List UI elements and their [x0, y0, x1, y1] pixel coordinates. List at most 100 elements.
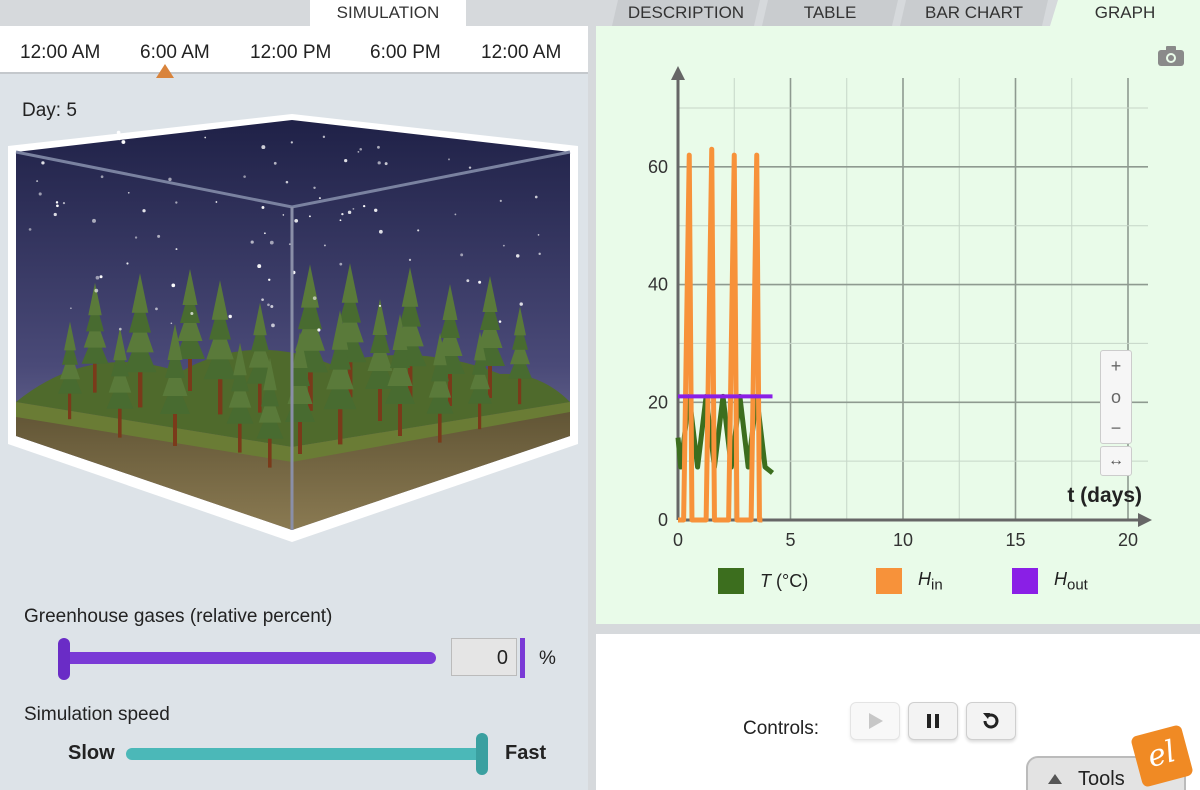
- star: [261, 205, 265, 209]
- star: [344, 159, 348, 163]
- tree-trunk: [378, 387, 382, 421]
- star: [282, 214, 285, 216]
- speed-fast-label: Fast: [505, 742, 547, 764]
- y-tick-label: 0: [658, 510, 668, 530]
- star: [377, 145, 380, 149]
- star: [268, 278, 271, 281]
- chart-legend: T (°C) Hin Hout: [596, 566, 1200, 606]
- tab-bar: SIMULATION DESCRIPTION TABLE BAR CHART G…: [0, 0, 1200, 26]
- zoom-controls: + o −: [1100, 350, 1132, 444]
- star: [322, 135, 326, 139]
- tab-table[interactable]: TABLE: [762, 0, 898, 26]
- tree-trunk: [93, 362, 97, 393]
- tree-trunk: [518, 377, 522, 405]
- star: [28, 228, 32, 231]
- y-axis-arrow: [671, 66, 685, 80]
- star: [460, 253, 464, 257]
- play-icon: [869, 713, 883, 729]
- star: [359, 147, 363, 151]
- greenhouse-gas-value-indicator: [520, 638, 525, 678]
- star: [478, 280, 482, 284]
- star: [261, 145, 266, 150]
- camera-icon[interactable]: [1156, 44, 1186, 68]
- star: [285, 180, 289, 184]
- star: [257, 264, 262, 269]
- star: [175, 248, 178, 251]
- star: [94, 288, 99, 293]
- zoom-in-button[interactable]: +: [1101, 351, 1131, 382]
- tab-graph[interactable]: GRAPH: [1050, 0, 1200, 26]
- simulation-speed-title: Simulation speed: [24, 704, 170, 725]
- star: [312, 296, 317, 300]
- play-button[interactable]: [850, 702, 900, 740]
- star: [38, 192, 42, 196]
- tab-bar-chart[interactable]: BAR CHART: [900, 0, 1048, 26]
- star: [538, 252, 541, 256]
- legend-label-h-in: Hin: [918, 568, 943, 594]
- tree-trunk: [258, 382, 262, 413]
- greenhouse-gas-slider[interactable]: [62, 652, 436, 664]
- time-label-6am: 6:00 AM: [140, 42, 210, 63]
- tree-trunk: [188, 357, 192, 391]
- zoom-out-button[interactable]: −: [1101, 413, 1131, 444]
- star: [121, 140, 126, 144]
- star: [190, 312, 194, 316]
- time-label-midnight-end: 12:00 AM: [481, 42, 562, 63]
- reset-button[interactable]: [966, 702, 1016, 740]
- tree-trunk: [488, 364, 492, 398]
- star: [502, 244, 505, 247]
- simulation-speed-slider[interactable]: [126, 748, 484, 760]
- star: [313, 186, 316, 190]
- star: [290, 141, 293, 144]
- star: [228, 314, 232, 319]
- star: [36, 180, 39, 183]
- star: [243, 175, 246, 178]
- legend-item-h-out: Hout: [1012, 566, 1088, 596]
- pause-icon: [927, 714, 939, 728]
- zoom-reset-button[interactable]: o: [1101, 382, 1131, 413]
- pan-button[interactable]: ↔: [1100, 446, 1132, 476]
- x-tick-label: 15: [1005, 530, 1025, 550]
- star: [118, 327, 122, 331]
- tab-description[interactable]: DESCRIPTION: [612, 0, 760, 26]
- greenhouse-gas-title: Greenhouse gases (relative percent): [24, 606, 333, 627]
- x-tick-label: 0: [673, 530, 683, 550]
- controls-label: Controls:: [743, 718, 820, 739]
- star: [261, 298, 264, 302]
- terrarium-scene: [8, 114, 578, 542]
- x-tick-label: 5: [785, 530, 795, 550]
- star: [352, 207, 355, 210]
- graph-panel: 0 5 10 15 20 0 20 40 60 t (days) + o − ↔ T (°C) H…: [596, 26, 1200, 790]
- y-tick-label: 60: [648, 157, 668, 177]
- star: [357, 150, 360, 153]
- star: [271, 323, 275, 328]
- legend-swatch-h-in: [876, 568, 902, 594]
- star: [347, 210, 352, 215]
- simulation-speed-thumb[interactable]: [476, 733, 488, 775]
- tree-trunk: [478, 402, 482, 430]
- star: [317, 328, 321, 332]
- star: [126, 262, 129, 265]
- tree-trunk: [308, 370, 313, 411]
- greenhouse-gas-value-field[interactable]: 0: [451, 638, 517, 676]
- legend-label-h-out: Hout: [1054, 568, 1088, 594]
- time-of-day-bar: 12:00 AM 6:00 AM 12:00 PM 6:00 PM 12:00 …: [0, 26, 588, 78]
- star: [99, 275, 103, 279]
- star: [204, 136, 207, 139]
- greenhouse-gas-thumb[interactable]: [58, 638, 70, 680]
- tree-trunk: [118, 407, 122, 438]
- star: [519, 302, 523, 306]
- star: [534, 195, 538, 199]
- tree-trunk: [298, 420, 302, 454]
- star: [127, 191, 130, 194]
- pause-button[interactable]: [908, 702, 958, 740]
- tree-trunk: [338, 407, 343, 445]
- simulation-panel: 12:00 AM 6:00 AM 12:00 PM 6:00 PM 12:00 …: [0, 26, 588, 790]
- legend-swatch-temperature: [718, 568, 744, 594]
- star: [378, 304, 382, 307]
- legend-item-h-in: Hin: [876, 566, 943, 596]
- tab-simulation[interactable]: SIMULATION: [310, 0, 466, 26]
- star: [118, 138, 121, 141]
- tools-label: Tools: [1078, 768, 1125, 790]
- star: [69, 307, 72, 310]
